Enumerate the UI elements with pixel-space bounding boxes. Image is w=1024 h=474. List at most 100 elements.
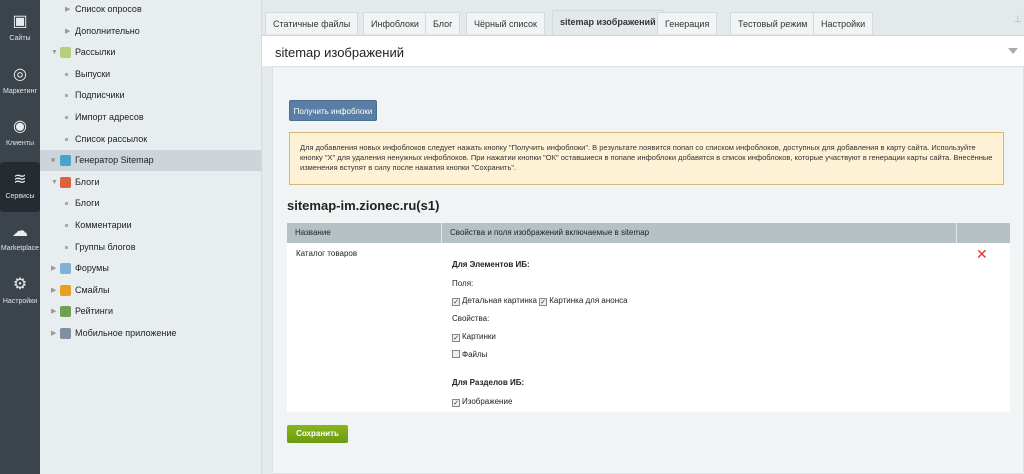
bullet-icon (65, 202, 68, 206)
tab-1[interactable]: Инфоблоки (363, 12, 427, 34)
title-bar: sitemap изображений (262, 35, 1024, 66)
menu-item-label: Дополнительно (75, 25, 140, 36)
tab-7[interactable]: Настройки (813, 12, 874, 34)
gear-icon: ⚙ (12, 275, 28, 293)
checkbox[interactable]: ✓ (452, 334, 460, 342)
sitemap-icon (60, 155, 71, 167)
checkbox[interactable]: ✓ (539, 298, 548, 306)
collapsed-arrow-icon[interactable]: ▶ (51, 258, 56, 279)
collapsed-arrow-icon[interactable]: ▶ (65, 0, 70, 20)
tab-0[interactable]: Статичные файлы (265, 12, 359, 34)
left-nav-gear[interactable]: ⚙ Настройки (0, 267, 40, 317)
menu-item-label: Группы блогов (75, 241, 136, 252)
expanded-arrow-icon[interactable]: ▼ (51, 172, 58, 193)
mobile-icon (60, 328, 71, 339)
elements-heading: Для Элементов ИБ: (452, 260, 530, 269)
left-nav-cloud-download[interactable]: ☁ Marketplace (0, 214, 40, 264)
collapsed-arrow-icon[interactable]: ■ (51, 150, 55, 171)
left-nav-label: Маркетинг (2, 87, 38, 95)
menu-item[interactable]: ▶ Список опросов (40, 0, 262, 20)
prop-checkbox[interactable]: Файлы (452, 350, 487, 359)
forum-icon (60, 263, 71, 275)
menu-item-label: Форумы (75, 263, 109, 274)
left-nav-clients-24[interactable]: ◉ Клиенты (0, 109, 40, 159)
page-title: sitemap изображений (275, 45, 404, 60)
left-nav-layers[interactable]: ≋ Сервисы (0, 161, 40, 212)
checkbox[interactable] (452, 350, 460, 358)
menu-item[interactable]: ▶ Дополнительно (40, 21, 262, 42)
menu-item[interactable]: ▼ Блоги (40, 172, 262, 193)
bullet-icon (65, 72, 68, 76)
tab-2[interactable]: Блог (425, 12, 461, 34)
left-nav-label: Настройки (2, 297, 38, 305)
menu-item[interactable]: ■ Генератор Sitemap (40, 150, 262, 172)
layers-icon: ≋ (13, 170, 27, 188)
header-name: Название (287, 223, 442, 243)
site-title: sitemap-im.zionec.ru(s1) (287, 198, 440, 213)
menu-item-label: Генератор Sitemap (75, 155, 154, 166)
checkbox-label: Детальная картинка (462, 296, 537, 305)
menu-item[interactable]: Комментарии (40, 215, 262, 236)
checkbox[interactable]: ✓ (452, 298, 460, 306)
collapsed-arrow-icon[interactable]: ▶ (51, 280, 56, 301)
collapsed-arrow-icon[interactable]: ▶ (51, 323, 56, 344)
collapse-icon[interactable] (1008, 48, 1018, 54)
prop-checkbox[interactable]: ✓ Картинки (452, 332, 496, 342)
cloud-download-icon: ☁ (12, 223, 28, 240)
left-nav-calendar-24[interactable]: ▣ Сайты (0, 4, 40, 54)
menu-item[interactable]: ▼ Рассылки (40, 42, 262, 63)
calendar-24-icon: ▣ (12, 13, 28, 30)
delete-icon[interactable]: ✕ (976, 246, 988, 263)
tab-6[interactable]: Тестовый режим (730, 12, 816, 34)
collapsed-arrow-icon[interactable]: ▶ (51, 301, 56, 322)
checkbox[interactable]: ✓ (452, 399, 460, 407)
bullet-icon (65, 116, 68, 119)
save-button[interactable]: Сохранить (287, 425, 348, 443)
iblock-name: Каталог товаров (296, 249, 358, 258)
tab-3[interactable]: Чёрный список (466, 12, 545, 34)
menu-item[interactable]: Блоги (40, 193, 262, 214)
menu-item[interactable]: Группы блогов (40, 237, 262, 258)
menu-item-label: Список опросов (75, 4, 142, 14)
menu-item[interactable]: ▶ Форумы (40, 258, 262, 279)
menu-item[interactable]: Список рассылок (40, 129, 262, 150)
expanded-arrow-icon[interactable]: ▼ (51, 42, 58, 63)
rating-icon (60, 306, 71, 318)
tab-5[interactable]: Генерация (657, 12, 718, 34)
left-nav-label: Сайты (9, 35, 31, 42)
menu-item-label: Список рассылок (75, 133, 148, 144)
clients-24-icon: ◉ (13, 118, 27, 135)
props-label: Свойства: (452, 314, 490, 323)
target-icon: ◎ (13, 65, 27, 83)
mail-icon (60, 47, 71, 59)
iblock-table: Название Свойства и поля изображений вкл… (287, 223, 1010, 412)
left-nav-target[interactable]: ◎ Маркетинг (0, 57, 40, 107)
bullet-icon (65, 245, 68, 249)
menu-item-label: Комментарии (75, 220, 132, 230)
left-nav-label: Сервисы (5, 192, 35, 200)
checkbox-label: Картинки (462, 332, 496, 341)
tab-4[interactable]: sitemap изображений (552, 10, 664, 34)
bullet-icon (65, 137, 68, 141)
left-nav-label: Клиенты (5, 140, 35, 147)
menu-item-label: Блоги (75, 176, 100, 187)
checkbox-label: Картинка для анонса (549, 296, 628, 305)
table-header: Название Свойства и поля изображений вкл… (287, 223, 1010, 243)
collapsed-arrow-icon[interactable]: ▶ (65, 21, 70, 42)
menu-item[interactable]: Подписчики (40, 85, 262, 106)
menu-item[interactable]: ▶ Смайлы (40, 280, 262, 301)
bullet-icon (65, 94, 68, 98)
smile-icon (60, 284, 71, 296)
checkbox-label: Файлы (462, 350, 488, 359)
menu-item-label: Рейтинги (75, 306, 114, 317)
menu-item[interactable]: Выпуски (40, 64, 262, 85)
menu-item[interactable]: ▶ Мобильное приложение (40, 323, 262, 344)
fields-checkboxes: ✓ Детальная картинка ✓ Картинка для анонса (452, 296, 628, 306)
menu-item-label: Выпуски (75, 68, 111, 79)
menu-item[interactable]: Импорт адресов (40, 107, 262, 128)
section-checkbox[interactable]: ✓ Изображение (452, 397, 512, 407)
menu-item[interactable]: ▶ Рейтинги (40, 301, 262, 322)
pin-icon[interactable]: ⊥ (1014, 14, 1022, 25)
left-nav-label: Marketplace (0, 245, 40, 252)
get-iblocks-button[interactable]: Получить инфоблоки (289, 100, 377, 121)
